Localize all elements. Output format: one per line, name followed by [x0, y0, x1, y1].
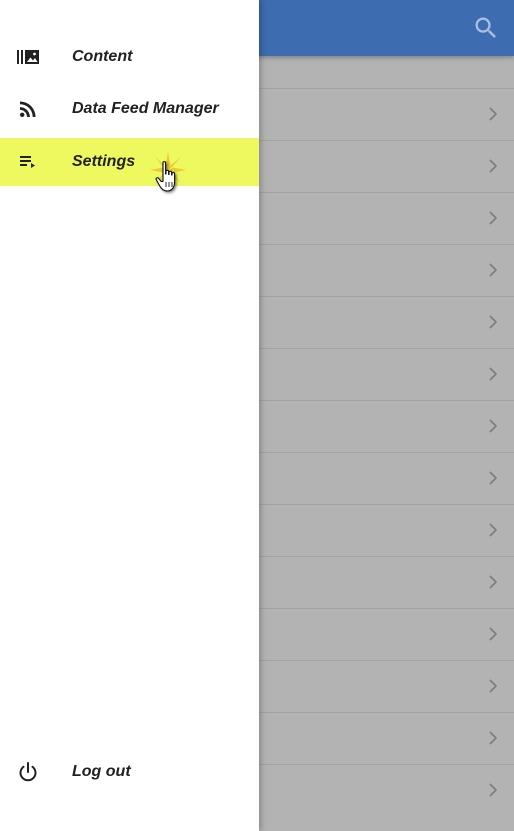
nav-item-content[interactable]: Content: [0, 33, 259, 81]
nav-item-settings[interactable]: Settings: [0, 138, 259, 186]
chevron-right-icon: [489, 315, 498, 329]
nav-item-label: Data Feed Manager: [72, 100, 219, 117]
chevron-right-icon: [489, 471, 498, 485]
search-button[interactable]: [472, 14, 500, 42]
app-screen: Content Data Feed Manager Settings Log o…: [0, 0, 514, 831]
nav-item-label: Settings: [72, 153, 136, 170]
chevron-right-icon: [489, 627, 498, 641]
chevron-right-icon: [489, 575, 498, 589]
nav-item-data-feed-manager[interactable]: Data Feed Manager: [0, 85, 259, 133]
rss-feed-icon: [16, 97, 40, 121]
chevron-right-icon: [489, 419, 498, 433]
video-library-icon: [16, 45, 40, 69]
search-icon: [475, 17, 496, 38]
nav-item-label: Log out: [72, 763, 131, 780]
chevron-right-icon: [489, 523, 498, 537]
nav-item-label: Content: [72, 48, 133, 65]
power-icon: [16, 760, 40, 784]
chevron-right-icon: [489, 679, 498, 693]
chevron-right-icon: [489, 107, 498, 121]
hand-pointer-icon: [155, 161, 176, 192]
navigation-drawer: Content Data Feed Manager Settings Log o…: [0, 0, 259, 831]
playlist-icon: [16, 150, 40, 174]
nav-item-log-out[interactable]: Log out: [0, 748, 259, 796]
chevron-right-icon: [489, 211, 498, 225]
chevron-right-icon: [489, 783, 498, 797]
chevron-right-icon: [489, 367, 498, 381]
chevron-right-icon: [489, 263, 498, 277]
chevron-right-icon: [489, 731, 498, 745]
chevron-right-icon: [489, 159, 498, 173]
